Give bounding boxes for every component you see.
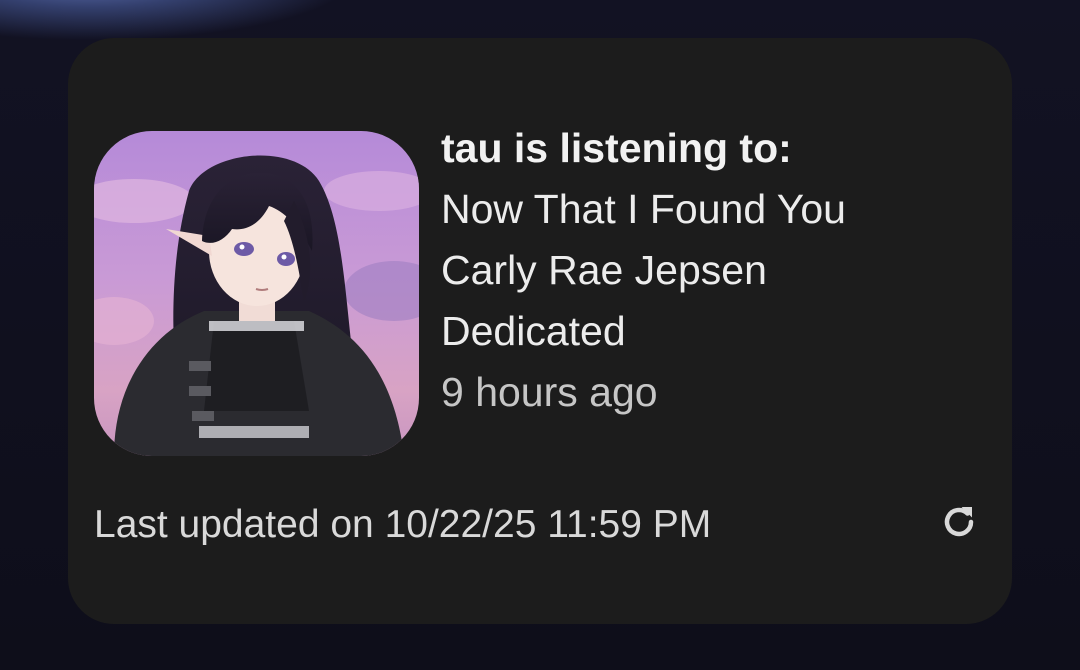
refresh-button[interactable]	[934, 499, 984, 549]
refresh-icon[interactable]	[940, 503, 978, 546]
now-playing-widget[interactable]: tau is listening to: Now That I Found Yo…	[68, 38, 1012, 624]
track-title: Now That I Found You	[441, 186, 846, 232]
last-updated-text: Last updated on 10/22/25 11:59 PM	[94, 503, 712, 546]
track-info: tau is listening to: Now That I Found Yo…	[441, 118, 981, 423]
listening-heading: tau is listening to:	[441, 125, 792, 171]
artist-name: Carly Rae Jepsen	[441, 247, 767, 293]
album-art	[94, 131, 419, 456]
time-ago: 9 hours ago	[441, 369, 658, 415]
album-name: Dedicated	[441, 308, 626, 354]
